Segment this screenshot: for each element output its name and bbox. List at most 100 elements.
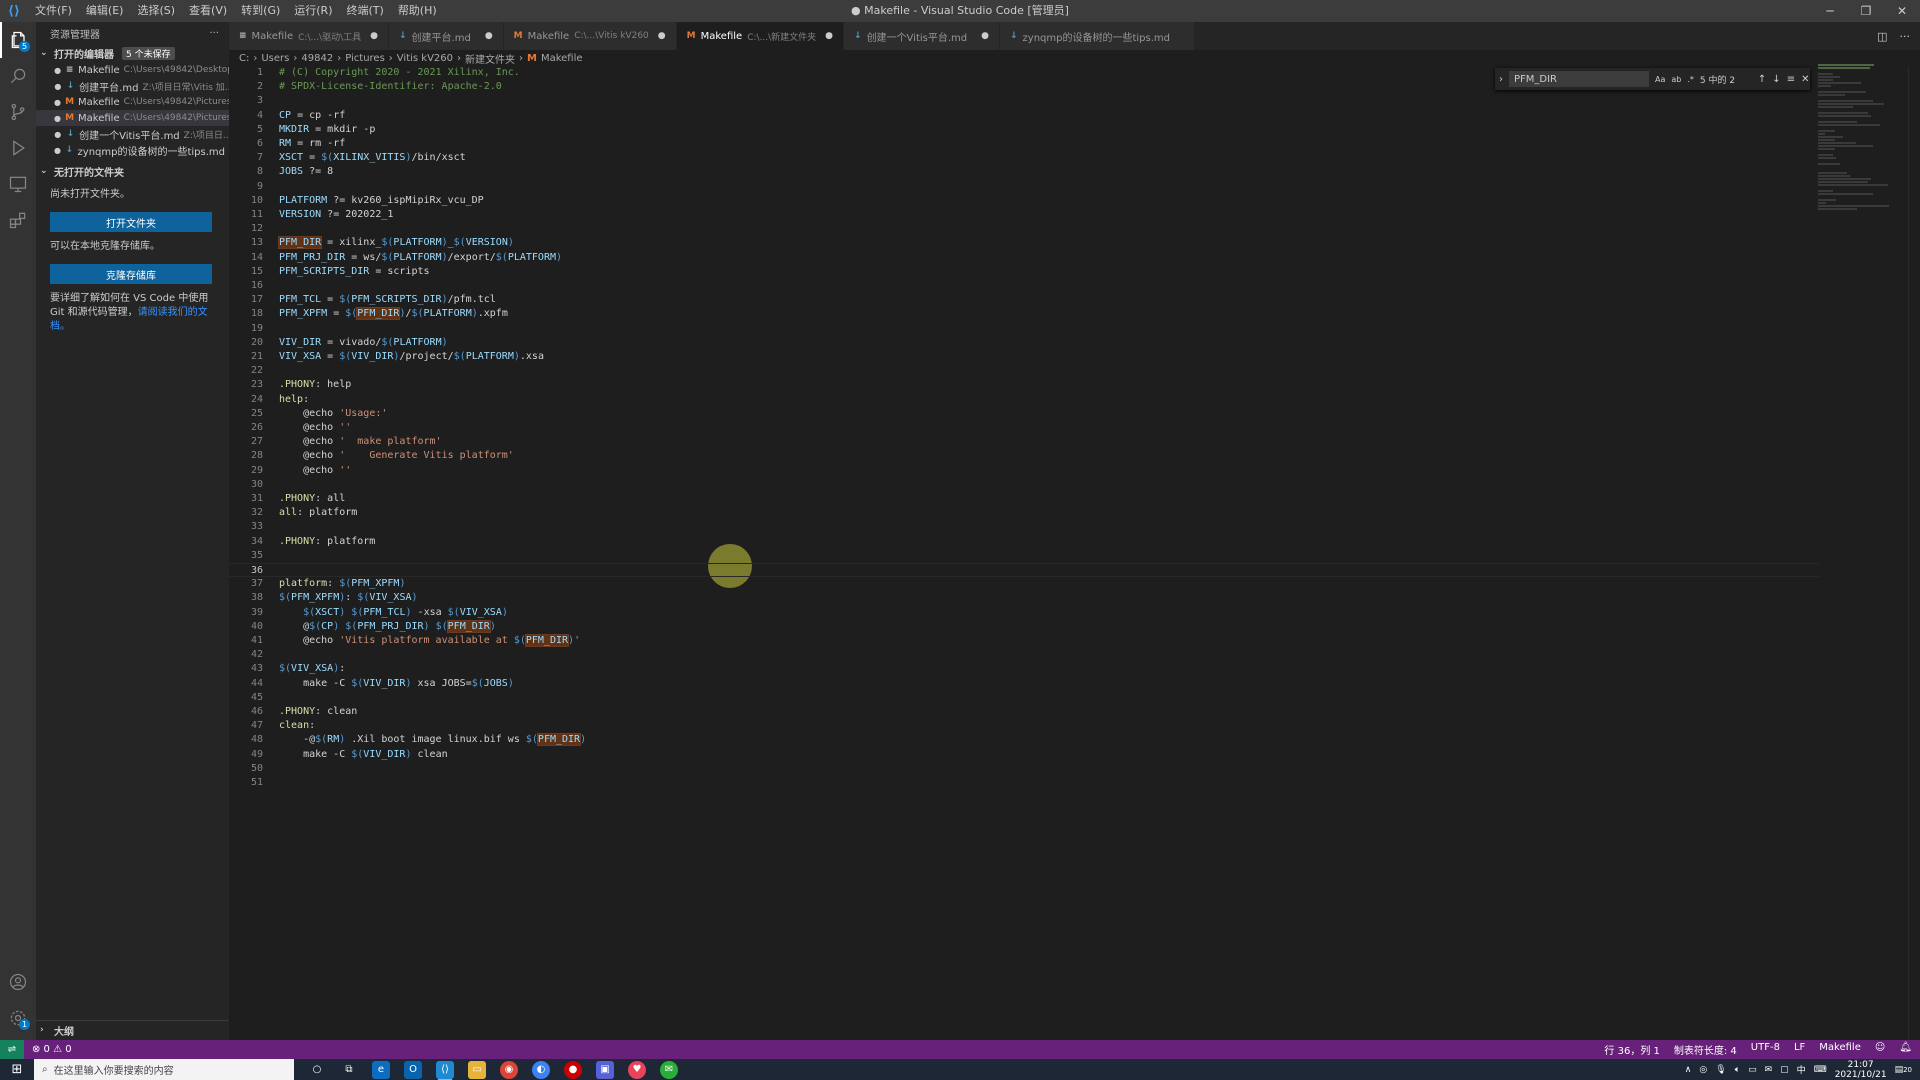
problems-count[interactable]: ⊗ 0 ⚠ 0 (32, 1044, 72, 1055)
code-line[interactable]: 34 .PHONY: platform (229, 535, 1819, 549)
menu-selection[interactable]: 选择(S) (130, 0, 182, 22)
vertical-scrollbar[interactable] (1908, 66, 1920, 1040)
editor-tab[interactable]: ↓ 创建一个Vitis平台.md ● (844, 22, 1000, 50)
code-line[interactable]: 9 (229, 180, 1819, 194)
battery-icon[interactable]: ▭ (1748, 1065, 1757, 1075)
restore-icon[interactable]: ❐ (1848, 0, 1884, 22)
editor-tab[interactable]: M Makefile C:\...\Vitis kV260 ● (503, 22, 677, 50)
code-line[interactable]: 10 PLATFORM ?= kv260_ispMipiRx_vcu_DP (229, 194, 1819, 208)
code-editor[interactable]: 1 # (C) Copyright 2020 - 2021 Xilinx, Inc… (229, 66, 1920, 1040)
code-line[interactable]: 51 (229, 776, 1819, 790)
input-method[interactable]: 中 (1797, 1063, 1806, 1076)
cursor-position[interactable]: 行 36，列 1 (1604, 1042, 1659, 1057)
source-control-icon[interactable] (0, 94, 36, 130)
code-line[interactable]: 47 clean: (229, 719, 1819, 733)
find-in-selection-icon[interactable]: ≡ (1787, 74, 1795, 85)
network-icon[interactable]: ◎ (1699, 1065, 1707, 1075)
cortana-icon[interactable]: ○ (308, 1061, 326, 1079)
unsaved-dot-icon[interactable]: ● (54, 66, 61, 75)
code-line[interactable]: 27 @echo ' make platform' (229, 435, 1819, 449)
open-editor-item[interactable]: ● ≡ MakefileC:\Users\49842\Desktop... (36, 62, 229, 78)
code-line[interactable]: 26 @echo '' (229, 421, 1819, 435)
end-of-line[interactable]: LF (1794, 1042, 1805, 1057)
taskbar-search[interactable]: ⌕ 在这里输入你要搜索的内容 (34, 1059, 294, 1080)
feedback-icon[interactable]: ☺ (1875, 1042, 1885, 1057)
next-match-icon[interactable]: ↓ (1772, 74, 1780, 85)
no-folder-section[interactable]: ⌄ 无打开的文件夹 (36, 162, 229, 180)
explorer-icon[interactable]: 5 (0, 22, 36, 58)
outline-header[interactable]: › 大纲 (36, 1021, 229, 1039)
remote-indicator-icon[interactable]: ⇌ (0, 1040, 24, 1059)
editor-tab[interactable]: M Makefile C:\...\新建文件夹 ● (676, 22, 845, 50)
code-line[interactable]: 16 (229, 279, 1819, 293)
open-editor-item[interactable]: ● ↓ 创建一个Vitis平台.md Z:\项目日... (36, 126, 229, 142)
more-actions-icon[interactable]: ··· (209, 28, 219, 39)
menu-file[interactable]: 文件(F) (28, 0, 79, 22)
code-line[interactable]: 19 (229, 322, 1819, 336)
show-hidden-icons-icon[interactable]: ∧ (1685, 1065, 1692, 1075)
split-editor-icon[interactable]: ◫ (1877, 30, 1887, 43)
tab-dirty-indicator[interactable]: ● (981, 31, 989, 41)
use-regex-icon[interactable]: .* (1687, 75, 1694, 84)
remote-explorer-icon[interactable] (0, 166, 36, 202)
run-debug-icon[interactable] (0, 130, 36, 166)
code-line[interactable]: 42 (229, 648, 1819, 662)
match-whole-word-icon[interactable]: ab (1671, 75, 1681, 84)
menu-terminal[interactable]: 终端(T) (340, 0, 391, 22)
minimap[interactable] (1818, 64, 1908, 210)
menu-edit[interactable]: 编辑(E) (79, 0, 131, 22)
code-line[interactable]: 18 PFM_XPFM = $(PFM_DIR)/$(PLATFORM).xpfm (229, 307, 1819, 321)
menu-run[interactable]: 运行(R) (287, 0, 339, 22)
music-app-icon[interactable]: ♥ (628, 1060, 646, 1079)
breadcrumb-item[interactable]: 新建文件夹 (465, 51, 515, 66)
code-line[interactable]: 3 (229, 94, 1819, 108)
breadcrumb-item[interactable]: Makefile (541, 53, 583, 64)
breadcrumb-item[interactable]: Vitis kV260 (397, 53, 453, 64)
keyboard-icon[interactable]: ⌨ (1814, 1065, 1827, 1075)
code-line[interactable]: 46 .PHONY: clean (229, 705, 1819, 719)
browser-icon[interactable]: ◐ (532, 1060, 550, 1079)
code-line[interactable]: 8 JOBS ?= 8 (229, 165, 1819, 179)
code-line[interactable]: 24 help: (229, 393, 1819, 407)
code-line[interactable]: 22 (229, 364, 1819, 378)
account-icon[interactable] (0, 964, 36, 1000)
vscode-taskbar-icon[interactable]: ⟨⟩ (436, 1060, 454, 1080)
code-line[interactable]: 7 XSCT = $(XILINX_VITIS)/bin/xsct (229, 151, 1819, 165)
code-line[interactable]: 14 PFM_PRJ_DIR = ws/$(PLATFORM)/export/$(… (229, 251, 1819, 265)
close-find-icon[interactable]: ✕ (1801, 74, 1809, 85)
remote-desktop-icon[interactable]: ▣ (596, 1060, 614, 1079)
notification-center-icon[interactable]: ▤20 (1895, 1065, 1912, 1075)
search-icon[interactable] (0, 58, 36, 94)
menu-help[interactable]: 帮助(H) (391, 0, 444, 22)
code-line[interactable]: 35 (229, 549, 1819, 563)
outline-section[interactable]: › 大纲 (36, 1020, 229, 1038)
menu-go[interactable]: 转到(G) (234, 0, 287, 22)
notifications-bell-icon[interactable]: 🔔︎ (1899, 1042, 1912, 1057)
code-line[interactable]: 5 MKDIR = mkdir -p (229, 123, 1819, 137)
unsaved-dot-icon[interactable]: ● (54, 130, 62, 139)
breadcrumb-item[interactable]: Users (261, 53, 289, 64)
display-icon[interactable]: ▢ (1780, 1065, 1789, 1075)
code-line[interactable]: 38 $(PFM_XPFM): $(VIV_XSA) (229, 591, 1819, 605)
microphone-icon[interactable]: 🎙︎ (1715, 1065, 1726, 1075)
menu-view[interactable]: 查看(V) (182, 0, 234, 22)
code-line[interactable]: 17 PFM_TCL = $(PFM_SCRIPTS_DIR)/pfm.tcl (229, 293, 1819, 307)
tab-dirty-indicator[interactable]: ● (370, 31, 378, 41)
code-line[interactable]: 32 all: platform (229, 506, 1819, 520)
code-line[interactable]: 36 (229, 563, 1819, 578)
unsaved-dot-icon[interactable]: ● (54, 146, 61, 155)
open-editor-item[interactable]: ● ↓ zynqmp的设备树的一些tips.md (36, 142, 229, 158)
settings-gear-icon[interactable]: 1 (0, 1000, 36, 1036)
edge-browser-icon[interactable]: e (372, 1060, 390, 1079)
unsaved-dot-icon[interactable]: ● (54, 82, 62, 91)
extensions-icon[interactable] (0, 202, 36, 238)
code-line[interactable]: 31 .PHONY: all (229, 492, 1819, 506)
tab-dirty-indicator[interactable]: ● (825, 31, 833, 41)
code-line[interactable]: 13 PFM_DIR = xilinx_$(PLATFORM)_$(VERSION… (229, 236, 1819, 250)
code-line[interactable]: 41 @echo 'Vitis platform available at $(… (229, 634, 1819, 648)
match-case-icon[interactable]: Aa (1655, 75, 1665, 84)
open-editor-item[interactable]: ● MMakefileC:\Users\49842\Pictures\... (36, 94, 229, 110)
clone-repository-button[interactable]: 克隆存储库 (50, 264, 212, 284)
code-line[interactable]: 15 PFM_SCRIPTS_DIR = scripts (229, 265, 1819, 279)
previous-match-icon[interactable]: ↑ (1758, 74, 1766, 85)
